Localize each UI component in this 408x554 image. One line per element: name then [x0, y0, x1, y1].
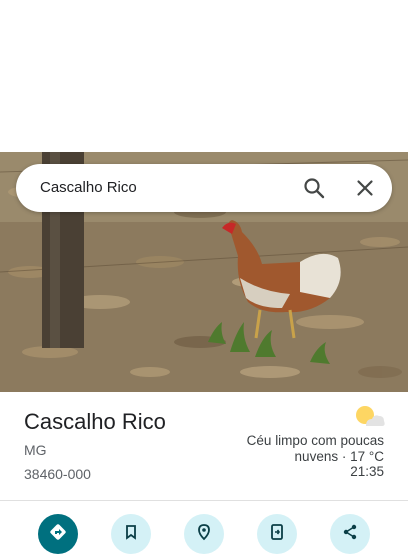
search-bar[interactable]: Cascalho Rico: [16, 164, 392, 212]
weather-condition-line2: nuvens · 17 °C: [294, 448, 384, 464]
divider: [0, 500, 408, 501]
nearby-icon: [198, 524, 210, 541]
search-query[interactable]: Cascalho Rico: [40, 164, 137, 212]
search-icon[interactable]: [302, 176, 326, 200]
send-to-phone-button[interactable]: [257, 514, 297, 554]
save-button[interactable]: [111, 514, 151, 554]
directions-icon: [50, 524, 66, 540]
directions-button[interactable]: [38, 514, 78, 554]
action-bar: [0, 514, 408, 554]
bookmark-icon: [126, 525, 136, 540]
share-icon: [343, 524, 357, 540]
share-button[interactable]: [330, 514, 370, 554]
place-title: Cascalho Rico: [24, 409, 166, 434]
close-icon[interactable]: [353, 176, 377, 200]
partly-sunny-icon: [354, 404, 386, 428]
place-postal-code: 38460-000: [24, 466, 91, 482]
send-to-phone-icon: [271, 524, 283, 540]
place-info-panel: Cascalho Rico MG 38460-000 Céu limpo com…: [0, 392, 408, 500]
nearby-button[interactable]: [184, 514, 224, 554]
place-state: MG: [24, 442, 47, 458]
weather-summary: Céu limpo com poucas nuvens · 17 °C 21:3…: [214, 433, 384, 480]
weather-condition-line1: Céu limpo com poucas: [246, 433, 384, 448]
map-blank-area: [0, 0, 408, 152]
weather-time: 21:35: [350, 464, 384, 479]
